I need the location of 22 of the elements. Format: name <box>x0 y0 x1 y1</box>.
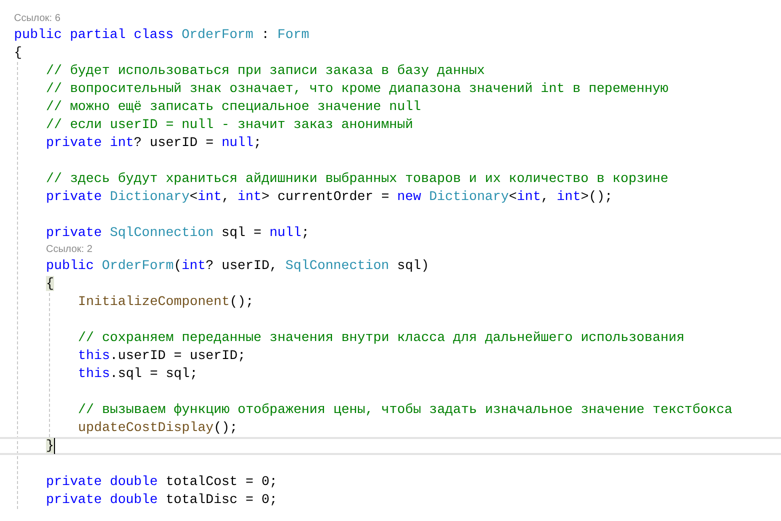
code-line: // здесь будут храниться айдишники выбранных товаров и их количество в корзине <box>46 171 668 186</box>
code-line: // вызываем функцию отображения цены, чтобы задать изначальное значение текстбокса <box>78 402 732 417</box>
code-line: this.sql = sql; <box>78 366 198 381</box>
code-line: { <box>14 45 22 60</box>
code-line: updateCostDisplay(); <box>78 420 238 435</box>
code-line: public partial class OrderForm : Form <box>14 27 310 42</box>
reference-count[interactable]: Ссылок: 2 <box>46 242 92 257</box>
code-line: // можно ещё записать специальное значение null <box>46 99 422 114</box>
text-cursor <box>54 438 55 454</box>
reference-count[interactable]: Ссылок: 6 <box>14 11 60 26</box>
code-line: private double totalCost = 0; <box>46 474 278 489</box>
code-line: // если userID = null - значит заказ анонимный <box>46 117 414 132</box>
code-line: private int? userID = null; <box>46 135 262 150</box>
code-line: this.userID = userID; <box>78 348 246 363</box>
code-line: private double totalDisc = 0; <box>46 492 278 507</box>
code-line: private Dictionary<int, int> currentOrder = new Dictionary<int, int>(); <box>46 189 613 204</box>
code-line: private SqlConnection sql = null; <box>46 225 310 240</box>
code-line: // будет использоваться при записи заказа в базу данных <box>46 63 485 78</box>
code-line: InitializeComponent(); <box>78 294 254 309</box>
code-line: public OrderForm(int? userID, SqlConnection sql) <box>46 258 430 273</box>
code-line: // сохраняем переданные значения внутри класса для дальнейшего использования <box>78 330 684 345</box>
code-line: // вопросительный знак означает, что кроме диапазона значений int в переменную <box>46 81 668 96</box>
